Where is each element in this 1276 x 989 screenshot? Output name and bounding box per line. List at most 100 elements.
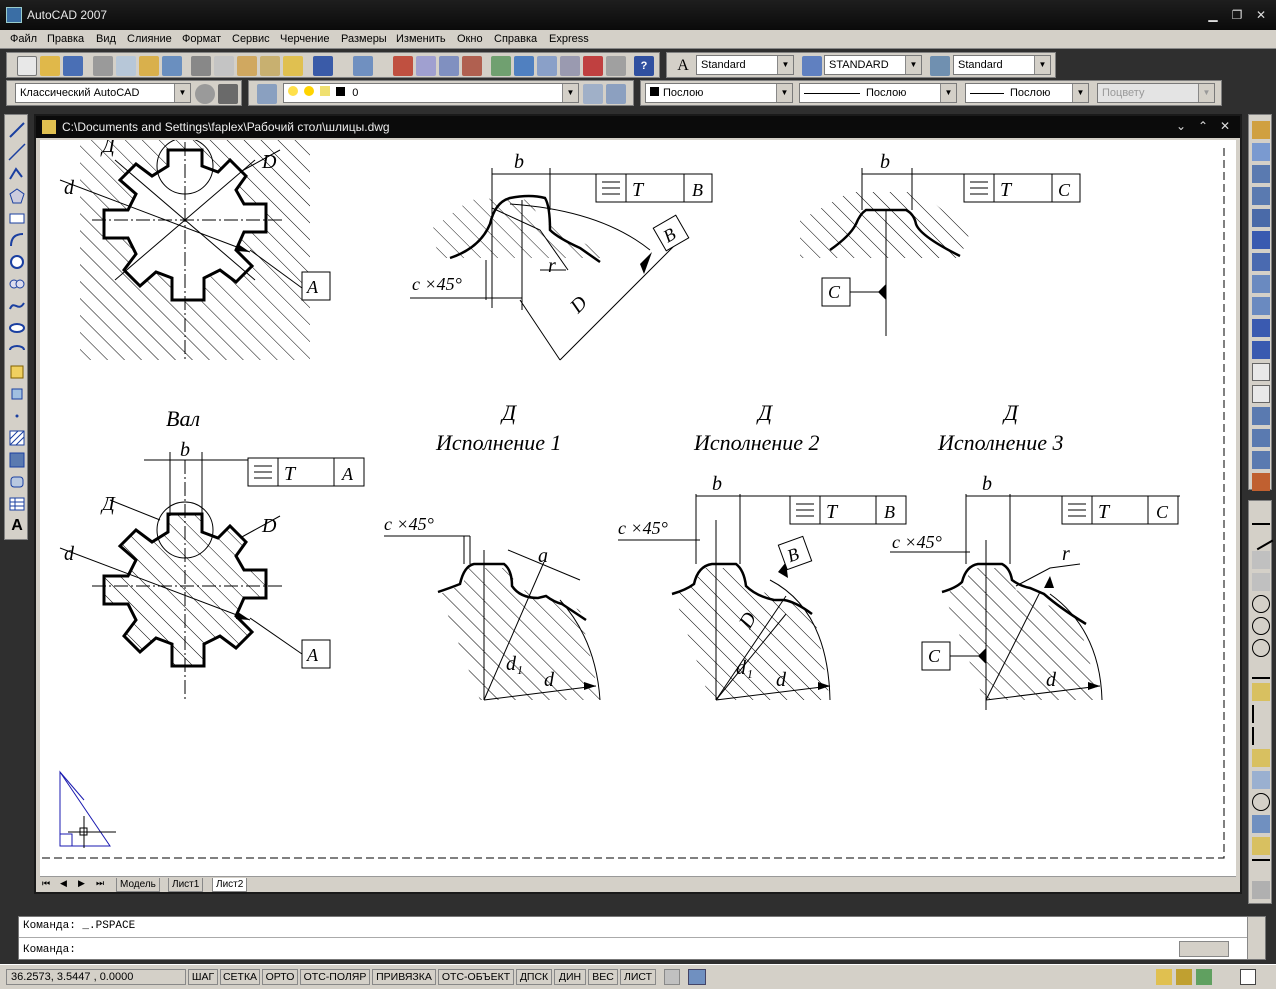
command-scrollbar[interactable] — [1179, 941, 1229, 957]
quick-dimension-icon[interactable] — [1252, 683, 1270, 701]
arc-icon[interactable] — [8, 231, 26, 249]
hatch-icon[interactable] — [8, 429, 26, 447]
chamfer-icon[interactable] — [1252, 429, 1270, 447]
construction-line-icon[interactable] — [8, 143, 26, 161]
paste-icon[interactable] — [237, 56, 257, 76]
angular-dimension-icon[interactable] — [1252, 661, 1270, 679]
dimension-edit-icon[interactable] — [1252, 815, 1270, 833]
explode-icon[interactable] — [1252, 473, 1270, 491]
properties-icon[interactable] — [491, 56, 511, 76]
maximize-viewport-icon[interactable] — [688, 969, 706, 985]
copy-object-icon[interactable] — [1252, 143, 1270, 161]
quick-leader-icon[interactable] — [1252, 749, 1270, 767]
cut-icon[interactable] — [191, 56, 211, 76]
stretch-icon[interactable] — [1252, 297, 1270, 315]
dimension-text-edit-icon[interactable] — [1252, 837, 1270, 855]
circle-icon[interactable] — [8, 253, 26, 271]
paperspace-canvas[interactable]: d D Д A b T B r c ×45° B D b T C C Вал Д… — [40, 140, 1236, 878]
layer-manager-icon[interactable] — [257, 84, 277, 104]
workspace-settings-icon[interactable] — [195, 84, 215, 104]
menu-view[interactable]: Вид — [96, 33, 116, 45]
rectangle-icon[interactable] — [8, 209, 26, 227]
jogged-dimension-icon[interactable] — [1252, 617, 1270, 635]
gradient-icon[interactable] — [8, 451, 26, 469]
menu-merge[interactable]: Слияние — [127, 33, 172, 45]
undo-icon[interactable] — [313, 56, 333, 76]
3d-dwf-icon[interactable] — [162, 56, 182, 76]
tolerance-icon[interactable] — [1252, 771, 1270, 789]
calculator-icon[interactable] — [606, 56, 626, 76]
copy-icon[interactable] — [214, 56, 234, 76]
linear-dimension-icon[interactable] — [1252, 507, 1270, 525]
menu-tools[interactable]: Сервис — [232, 33, 270, 45]
tool-palettes-icon[interactable] — [537, 56, 557, 76]
tab-first-icon[interactable]: ⏮ — [42, 878, 50, 889]
baseline-dimension-icon[interactable] — [1252, 705, 1270, 723]
close-icon[interactable]: ✕ — [1254, 8, 1268, 22]
break-at-point-icon[interactable] — [1252, 363, 1270, 381]
menu-draw[interactable]: Черчение — [280, 33, 330, 45]
annotation-scale-icon[interactable] — [1156, 969, 1172, 985]
workspace-select[interactable]: Классический AutoCAD ▼ — [15, 83, 191, 103]
insert-block-icon[interactable] — [8, 363, 26, 381]
layer-select[interactable]: 0 ▼ — [283, 83, 579, 103]
menu-express[interactable]: Express — [549, 33, 589, 45]
fillet-icon[interactable] — [1252, 451, 1270, 469]
snap-toggle[interactable]: ШАГ — [188, 969, 218, 985]
lineweight-select[interactable]: Послою ▼ — [965, 83, 1089, 103]
arc-length-icon[interactable] — [1252, 551, 1270, 569]
spline-icon[interactable] — [8, 297, 26, 315]
revision-cloud-icon[interactable] — [8, 275, 26, 293]
diameter-dimension-icon[interactable] — [1252, 639, 1270, 657]
menu-modify[interactable]: Изменить — [396, 33, 446, 45]
command-prompt[interactable]: Команда: — [23, 944, 76, 956]
tab-last-icon[interactable]: ⏭ — [96, 878, 104, 889]
pan-icon[interactable] — [393, 56, 413, 76]
save-icon[interactable] — [63, 56, 83, 76]
zoom-realtime-icon[interactable] — [416, 56, 436, 76]
move-icon[interactable] — [1252, 231, 1270, 249]
ellipse-arc-icon[interactable] — [8, 341, 26, 359]
dyn-toggle[interactable]: ДИН — [554, 969, 586, 985]
region-icon[interactable] — [8, 473, 26, 491]
block-editor-icon[interactable] — [283, 56, 303, 76]
communication-center-icon[interactable] — [1196, 969, 1212, 985]
tab-model[interactable]: Модель — [116, 878, 160, 892]
trim-icon[interactable] — [1252, 319, 1270, 337]
command-window[interactable]: Команда: _.PSPACE Команда: — [18, 916, 1266, 960]
make-block-icon[interactable] — [8, 385, 26, 403]
menu-format[interactable]: Формат — [182, 33, 221, 45]
layer-previous-icon[interactable] — [606, 84, 626, 104]
drawing-restore-icon[interactable]: ⌃ — [1198, 119, 1208, 133]
scale-icon[interactable] — [1252, 275, 1270, 293]
table-style-select[interactable]: Standard ▼ — [953, 55, 1051, 75]
sheet-set-icon[interactable] — [560, 56, 580, 76]
center-mark-icon[interactable] — [1252, 793, 1270, 811]
minimize-icon[interactable]: ▁ — [1206, 8, 1220, 22]
multiline-text-icon[interactable]: A — [8, 517, 26, 535]
plot-icon[interactable] — [93, 56, 113, 76]
array-icon[interactable] — [1252, 209, 1270, 227]
new-icon[interactable] — [17, 56, 37, 76]
erase-icon[interactable] — [1252, 121, 1270, 139]
lineweight-toggle[interactable]: ВЕС — [588, 969, 618, 985]
menu-window[interactable]: Окно — [457, 33, 483, 45]
zoom-window-icon[interactable] — [439, 56, 459, 76]
command-vertical-scrollbar[interactable] — [1247, 917, 1265, 959]
publish-icon[interactable] — [139, 56, 159, 76]
tab-sheet2[interactable]: Лист2 — [212, 878, 248, 892]
point-icon[interactable] — [8, 407, 26, 425]
color-select[interactable]: Послою ▼ — [645, 83, 793, 103]
polygon-icon[interactable] — [8, 187, 26, 205]
radius-dimension-icon[interactable] — [1252, 595, 1270, 613]
design-center-icon[interactable] — [514, 56, 534, 76]
tab-prev-icon[interactable]: ◀ — [60, 878, 67, 889]
ellipse-icon[interactable] — [8, 319, 26, 337]
dim-style-select[interactable]: STANDARD ▼ — [824, 55, 922, 75]
extend-icon[interactable] — [1252, 341, 1270, 359]
grid-toggle[interactable]: СЕТКА — [220, 969, 260, 985]
dimension-style-icon[interactable] — [1252, 881, 1270, 899]
clean-screen-icon[interactable] — [1240, 969, 1256, 985]
workspace-lock-icon[interactable] — [218, 84, 238, 104]
polyline-icon[interactable] — [8, 165, 26, 183]
